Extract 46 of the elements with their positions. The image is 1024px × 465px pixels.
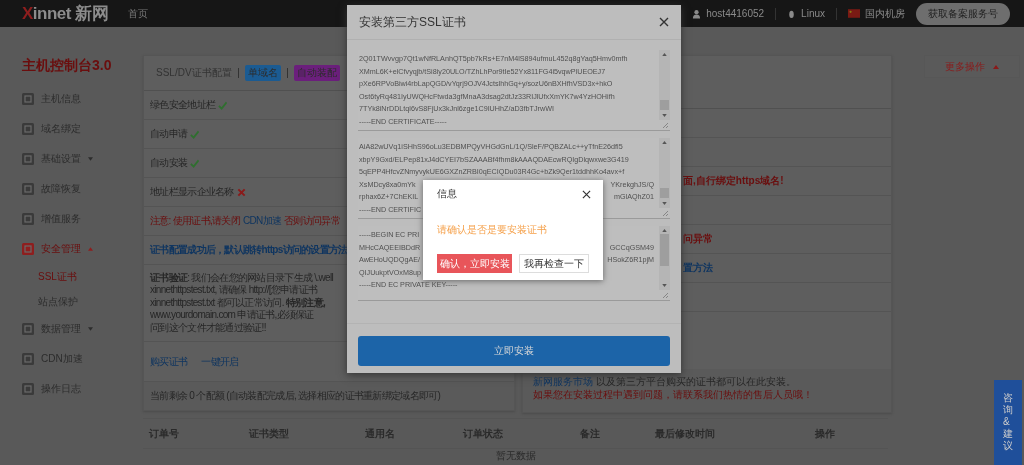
alert-text: 面,自行绑定https域名! xyxy=(683,174,784,188)
record-number-button[interactable]: 获取备案服务号 xyxy=(916,2,1010,25)
feedback-tab[interactable]: 咨询&建议 xyxy=(994,380,1022,465)
close-icon[interactable] xyxy=(659,17,669,27)
logo[interactable]: Xinnet 新网 xyxy=(22,2,109,25)
confirm-button[interactable]: 确认，立即安装 xyxy=(437,254,513,273)
caret-up-icon[interactable] xyxy=(662,141,667,144)
notice-text: 否则访问异常 xyxy=(284,214,340,228)
scrollbar-thumb[interactable] xyxy=(660,188,669,198)
market-link[interactable]: 新网服务市场 xyxy=(533,375,593,388)
scrollbar-thumb[interactable] xyxy=(660,100,669,110)
caret-up-icon[interactable] xyxy=(662,229,667,232)
cancel-button[interactable]: 我再检查一下 xyxy=(519,254,589,273)
help-note: 如果您在安装过程中遇到问题，请联系我们热情的售后人员哦！ xyxy=(533,388,813,401)
alert-text: 问异常 xyxy=(683,232,713,246)
sidebar-item[interactable]: 安全管理 xyxy=(0,234,143,264)
close-icon[interactable] xyxy=(582,189,591,199)
console-title: 主机控制台3.0 xyxy=(22,57,113,73)
guide-link[interactable]: 证书配置成功后，默认跳转https访问的设置方法 xyxy=(150,243,348,257)
resize-grip-icon[interactable] xyxy=(661,121,669,129)
dialog-title: 信息 xyxy=(437,187,457,201)
tag: 单域名 xyxy=(244,65,281,81)
confirm-message: 请确认是否是要安装证书 xyxy=(436,223,548,237)
sidebar-subitem[interactable]: SSL证书 xyxy=(0,264,143,289)
caret-down-icon[interactable] xyxy=(662,114,667,117)
flag-icon xyxy=(848,9,860,18)
region-label: 国内机房 xyxy=(865,6,905,21)
tag: 自动装配 xyxy=(293,65,340,81)
guide-link[interactable]: 置方法 xyxy=(683,261,713,275)
caret-down-icon[interactable] xyxy=(662,284,667,287)
scrollbar[interactable] xyxy=(659,138,670,208)
scrollbar[interactable] xyxy=(659,226,670,290)
resize-grip-icon[interactable] xyxy=(661,291,669,299)
caret-down-icon[interactable] xyxy=(662,202,667,205)
scrollbar-thumb[interactable] xyxy=(660,234,669,266)
os-label: Linux xyxy=(801,8,825,19)
install-button[interactable]: 立即安装 xyxy=(358,336,670,366)
resize-grip-icon[interactable] xyxy=(661,209,669,217)
dialog-title: 安装第三方SSL证书 xyxy=(359,13,466,31)
action-link[interactable]: 购买证书 xyxy=(150,354,188,369)
scrollbar[interactable] xyxy=(659,50,670,120)
person-icon xyxy=(692,8,702,19)
username[interactable]: host4416052 xyxy=(706,8,765,19)
cdn-link[interactable]: CDN加速 xyxy=(242,214,282,228)
home-link[interactable]: 首页 xyxy=(128,6,149,21)
notice-text: 注意: 使用证书,请关闭 xyxy=(150,214,240,228)
